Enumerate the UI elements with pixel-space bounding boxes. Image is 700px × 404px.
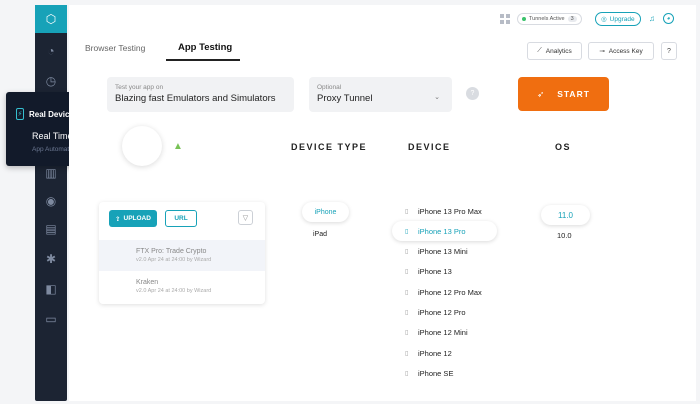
apps-grid-icon[interactable]	[500, 14, 510, 24]
app-upload-card: ⇪ UPLOAD URL ▽ FTX Pro: Trade Crypto v2.…	[99, 202, 265, 304]
analytics-icon: ⟋	[537, 47, 542, 54]
upload-label: UPLOAD	[123, 215, 151, 222]
device-name: iPhone 13 Mini	[418, 246, 468, 256]
access-key-button[interactable]: ⊸ Access Key	[588, 42, 654, 60]
tab-browser-testing[interactable]: Browser Testing	[85, 43, 166, 62]
device-item[interactable]: ▯ iPhone SE	[405, 366, 453, 380]
phone-icon: ▯	[405, 289, 409, 296]
phone-icon: ▯	[405, 350, 409, 357]
os-version-selected[interactable]: 11.0	[541, 205, 590, 225]
document-icon[interactable]: ▤	[43, 221, 59, 237]
access-key-label: Access Key	[608, 47, 643, 55]
upload-icon: ⇪	[115, 215, 121, 223]
app-meta: v2.0 Apr 24 at 24:00 by Wizard	[136, 257, 212, 263]
phone-icon: ▯	[405, 329, 409, 336]
status-dot-icon	[522, 17, 526, 21]
clock-icon[interactable]: ◷	[43, 73, 59, 89]
app-list-item[interactable]: Kraken v2.0 Apr 24 at 24:00 by Wizard	[99, 271, 265, 302]
device-item-selected[interactable]: ▯ iPhone 13 Pro	[392, 221, 497, 241]
phone-icon: ▯	[405, 370, 409, 377]
device-name: iPhone 13	[418, 266, 452, 276]
app-name: FTX Pro: Trade Crypto	[136, 248, 207, 255]
device-name: iPhone 12	[418, 348, 452, 358]
analytics-label: Analytics	[545, 47, 572, 55]
tunnel-status[interactable]: Tunnels Active 3	[517, 13, 582, 25]
phone-icon: ▯	[405, 228, 409, 235]
menu-item-real-time[interactable]: Real Time	[32, 131, 73, 141]
info-icon[interactable]: ?	[466, 87, 479, 100]
proxy-tunnel-select[interactable]: Optional Proxy Tunnel ⌄	[309, 77, 452, 112]
device-item[interactable]: ▯ iPhone 13 Mini	[405, 244, 468, 258]
device-name: iPhone 13 Pro	[418, 226, 466, 236]
phone-icon: ▯	[405, 248, 409, 255]
device-item[interactable]: ▯ iPhone 13 Pro Max	[405, 204, 482, 218]
os-version-item[interactable]: 10.0	[557, 231, 572, 240]
upload-button[interactable]: ⇪ UPLOAD	[109, 210, 157, 227]
os-header: OS	[555, 142, 572, 152]
apple-icon[interactable]	[122, 126, 162, 166]
mobile-icon: ⚡	[16, 108, 24, 120]
app-platform-value: Blazing fast Emulators and Simulators	[115, 93, 276, 104]
page-frame: ⬡ ◔ ◷ ▥ ◉ ▤ ✱ ◧ ▭ ⚡ Real Device Cloud ⌄ …	[0, 0, 700, 404]
start-button[interactable]: ➶ START	[518, 77, 609, 111]
help-button[interactable]: ?	[661, 42, 677, 60]
rocket-icon: ➶	[537, 88, 546, 99]
key-icon: ⊸	[599, 48, 605, 55]
app-platform-select[interactable]: Test your app on Blazing fast Emulators …	[107, 77, 294, 112]
start-label: START	[557, 89, 590, 99]
phone-icon: ▯	[405, 208, 409, 215]
analytics-button[interactable]: ⟋ Analytics	[527, 42, 582, 60]
compare-icon[interactable]: ▥	[43, 165, 59, 181]
dashboard-icon[interactable]: ◔	[43, 43, 59, 59]
app-name: Kraken	[136, 279, 159, 286]
device-item[interactable]: ▯ iPhone 12 Pro	[405, 305, 466, 319]
android-icon[interactable]: ▲	[173, 141, 183, 152]
device-name: iPhone 12 Pro Max	[418, 287, 482, 297]
phone-icon: ▯	[405, 309, 409, 316]
chevron-down-icon: ⌄	[434, 94, 440, 101]
url-button[interactable]: URL	[165, 210, 197, 227]
folder-icon[interactable]: ▭	[43, 311, 59, 327]
tunnel-label: Tunnels Active	[529, 16, 565, 22]
device-item[interactable]: ▯ iPhone 13	[405, 264, 452, 278]
device-type-iphone[interactable]: iPhone	[302, 202, 349, 222]
device-name: iPhone SE	[418, 368, 454, 378]
app-platform-label: Test your app on	[115, 84, 164, 91]
visual-icon[interactable]: ◉	[43, 193, 59, 209]
user-avatar-icon[interactable]: ◕	[663, 13, 674, 24]
device-item[interactable]: ▯ iPhone 12 Mini	[405, 325, 468, 339]
device-item[interactable]: ▯ iPhone 12	[405, 346, 452, 360]
sidebar: ⬡ ◔ ◷ ▥ ◉ ▤ ✱ ◧ ▭	[35, 5, 67, 401]
device-header: DEVICE	[408, 142, 451, 152]
proxy-value: Proxy Tunnel	[317, 93, 373, 104]
upgrade-icon: ◎	[601, 16, 607, 23]
app-list-item[interactable]: FTX Pro: Trade Crypto v2.0 Apr 24 at 24:…	[99, 240, 265, 271]
tunnel-count: 3	[567, 16, 577, 22]
bell-icon[interactable]: ♫	[649, 14, 657, 23]
device-type-ipad[interactable]: iPad	[313, 231, 327, 238]
main-panel: Tunnels Active 3 ◎ Upgrade ♫ ◕ Browser T…	[69, 5, 696, 401]
bug-icon[interactable]: ✱	[43, 251, 59, 267]
phone-icon: ▯	[405, 268, 409, 275]
proxy-label: Optional	[317, 84, 342, 91]
device-name: iPhone 12 Mini	[418, 327, 468, 337]
device-name: iPhone 12 Pro	[418, 307, 466, 317]
tab-app-testing[interactable]: App Testing	[166, 42, 241, 61]
integrations-icon[interactable]: ◧	[43, 281, 59, 297]
upgrade-button[interactable]: ◎ Upgrade	[595, 12, 641, 26]
device-item[interactable]: ▯ iPhone 12 Pro Max	[405, 285, 482, 299]
top-bar: Tunnels Active 3 ◎ Upgrade ♫ ◕	[69, 5, 696, 33]
tab-bar: Browser Testing App Testing	[85, 42, 241, 62]
device-type-header: DEVICE TYPE	[291, 142, 368, 152]
app-meta: v2.0 Apr 24 at 24:00 by Wizard	[136, 288, 212, 294]
device-name: iPhone 13 Pro Max	[418, 206, 482, 216]
upgrade-label: Upgrade	[609, 15, 635, 23]
filter-icon[interactable]: ▽	[238, 210, 253, 225]
app-logo-icon[interactable]: ⬡	[35, 5, 67, 33]
